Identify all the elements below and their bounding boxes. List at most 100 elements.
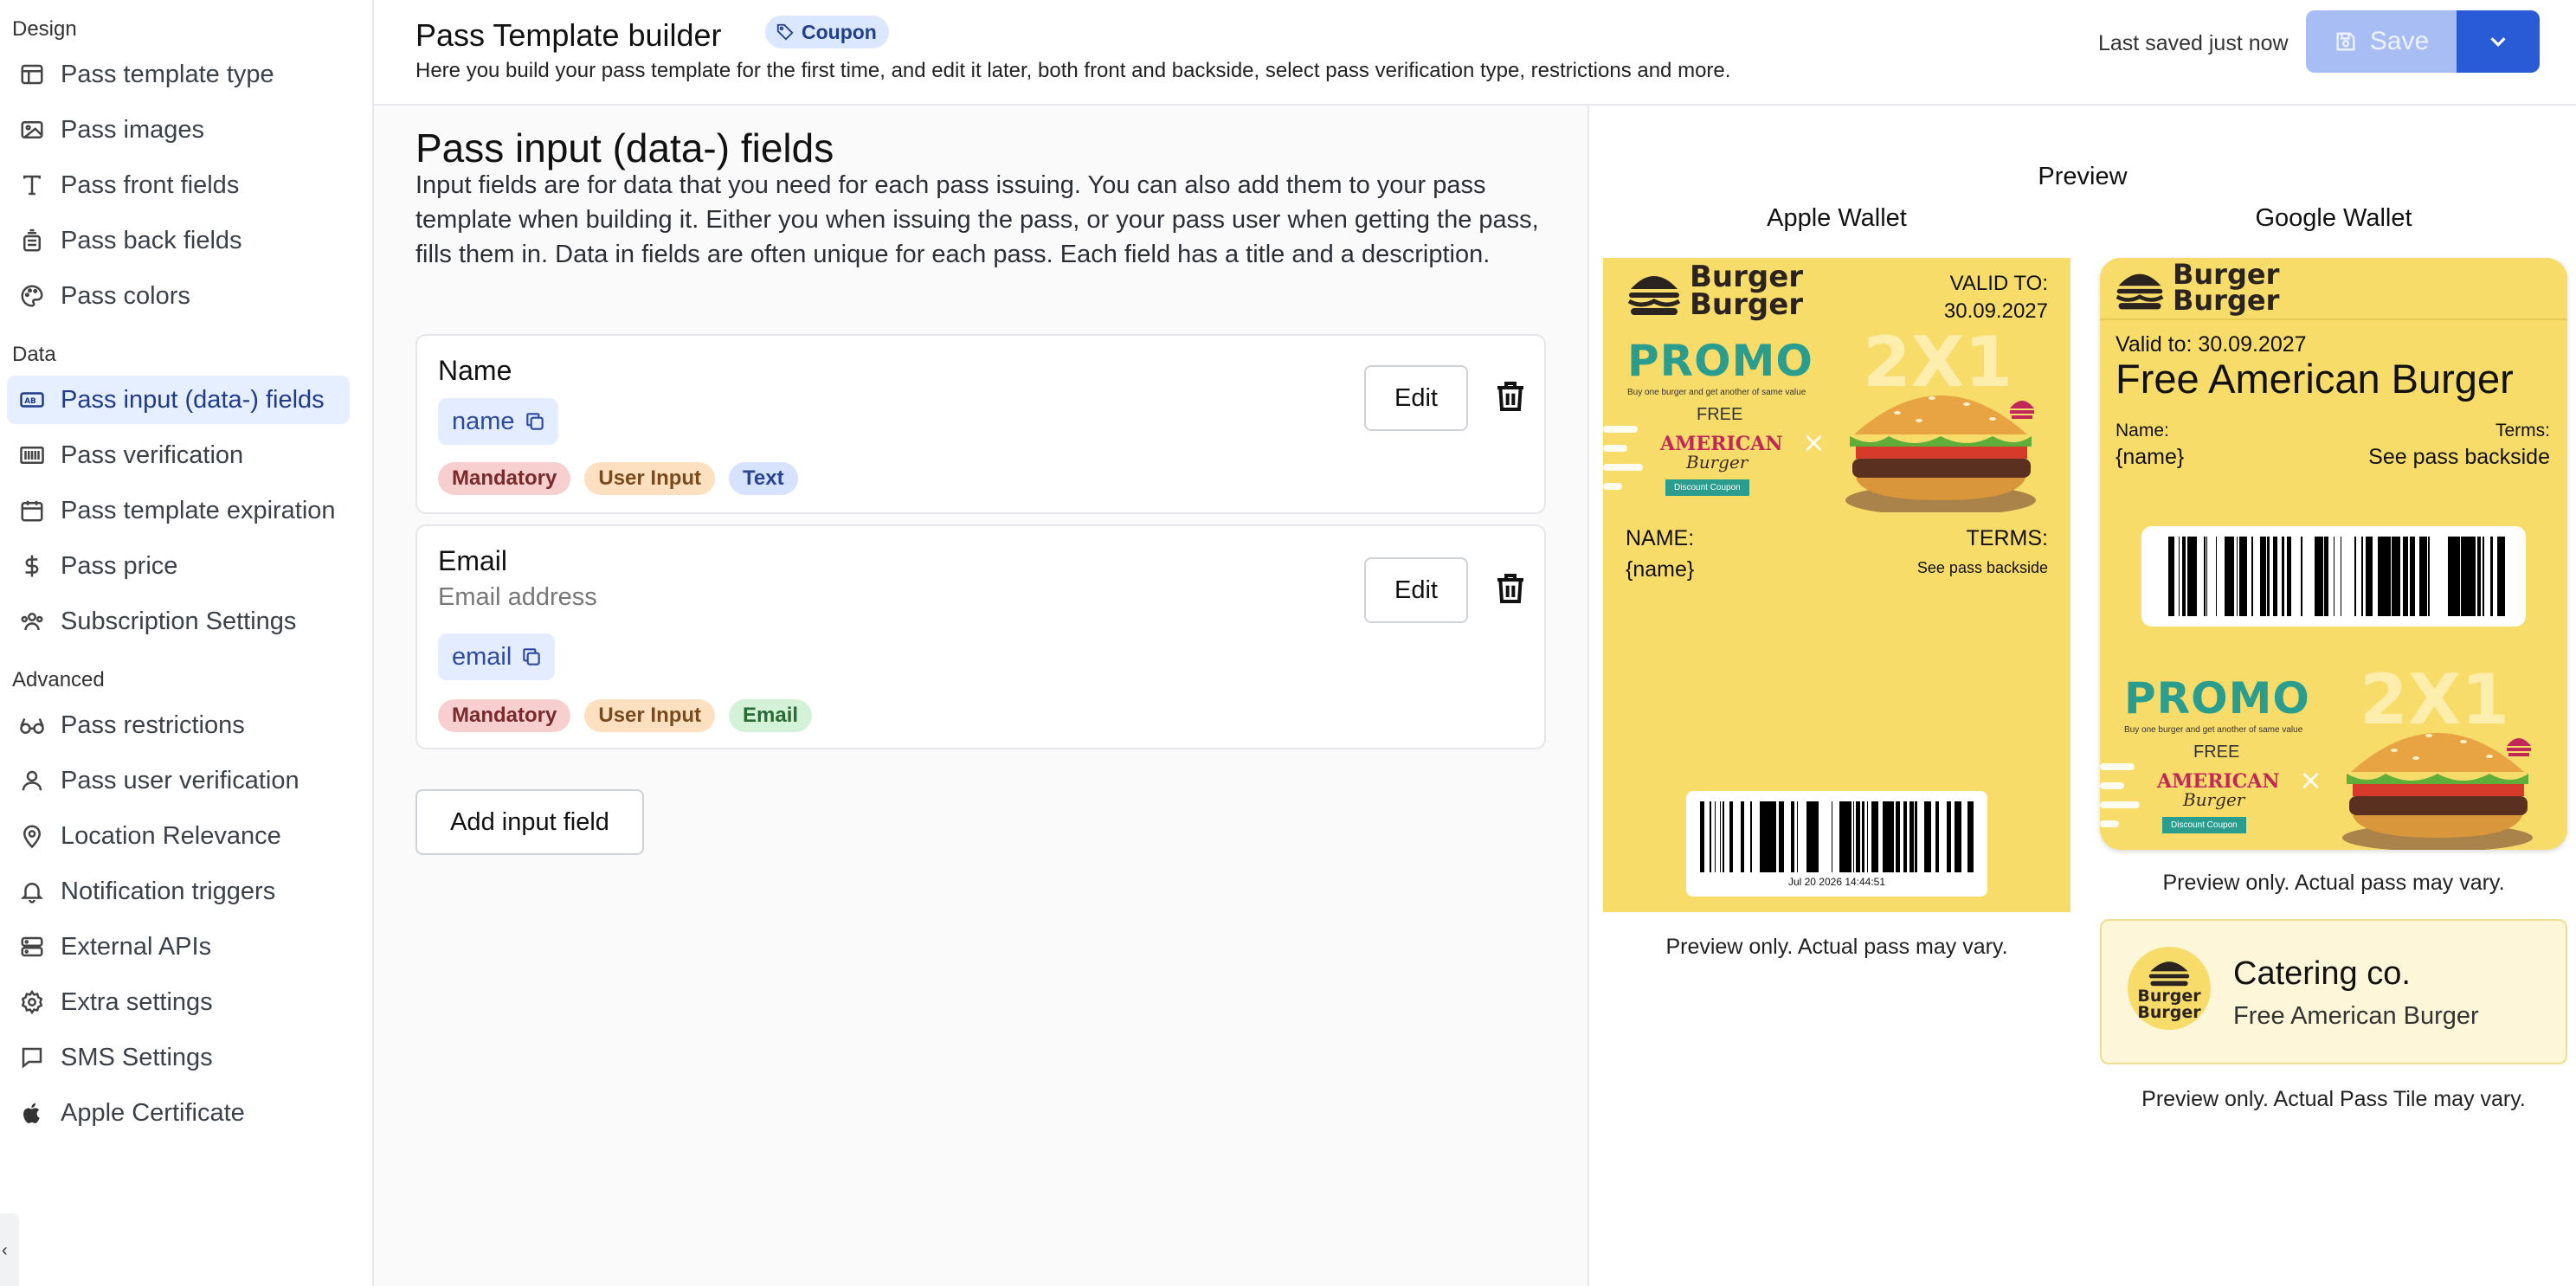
add-input-field-button[interactable]: Add input field (415, 789, 644, 855)
barcode-bar (2260, 537, 2261, 616)
sidebar-item-pass-verification[interactable]: Pass verification (7, 431, 350, 479)
sidebar-item-label: Notification triggers (61, 877, 276, 905)
barcode-bar (1955, 801, 1956, 872)
sidebar-collapse-handle[interactable]: ‹ (0, 1213, 19, 1286)
sidebar-item-label: Pass input (data-) fields (61, 385, 325, 414)
barcode-bar (1947, 801, 1951, 872)
barcode-bar (1959, 801, 1961, 872)
field-key: name (452, 407, 515, 435)
sidebar-item-label: Pass template type (61, 60, 274, 88)
field-key-chip[interactable]: email (438, 633, 556, 680)
barcode-bar (2475, 537, 2476, 616)
edit-field-button[interactable]: Edit (1364, 557, 1468, 623)
sidebar-item-label: Pass verification (61, 440, 244, 469)
apple-wallet-label: Apple Wallet (1767, 204, 1907, 232)
apple-wallet-pass: Burger Burger VALID TO: 30.09.2027 PROMO… (1603, 258, 2070, 912)
field-key: email (452, 642, 512, 671)
sidebar-item-pass-user-verification[interactable]: Pass user verification (7, 756, 350, 805)
sidebar-item-label: SMS Settings (61, 1043, 213, 1071)
barcode-bar (2423, 537, 2425, 616)
terms-label: Terms: (2496, 421, 2550, 440)
barcode-bar (2189, 537, 2192, 616)
svg-text:AB: AB (24, 397, 36, 406)
barcode-bar (2237, 537, 2238, 616)
trash-icon (1497, 382, 1523, 411)
barcode-bar (2287, 537, 2291, 616)
barcode-bar (1967, 801, 1969, 872)
barcode-bar (2273, 537, 2277, 616)
barcode-image (2168, 537, 2505, 616)
barcode-bar (2229, 537, 2230, 616)
barcode-bar (2483, 537, 2484, 616)
field-tags: Mandatory User Input Text (438, 462, 798, 495)
sidebar-item-label: External APIs (61, 932, 212, 961)
main-content: Pass input (data-) fields Input fields a… (374, 106, 1589, 1286)
barcode-bar (2410, 537, 2412, 616)
copy-icon[interactable] (520, 646, 543, 668)
sidebar-item-pass-images[interactable]: Pass images (7, 106, 350, 154)
barcode-bar (1909, 801, 1914, 872)
barcode-bar (1806, 801, 1810, 872)
barcode-bar (2168, 537, 2171, 616)
barcode-bar (2396, 537, 2398, 616)
sidebar-item-label: Pass images (61, 115, 205, 144)
barcode-bar (2461, 537, 2463, 616)
sidebar-item-pass-template-type[interactable]: Pass template type (7, 50, 350, 99)
barcode-bar (1935, 801, 1936, 872)
tile-preview-note: Preview only. Actual Pass Tile may vary. (2141, 1087, 2526, 1111)
promo-hero-image: PROMO Buy one burger and get another of … (2100, 659, 2567, 850)
delete-field-button[interactable] (1489, 370, 1532, 422)
sidebar-item-subscription-settings[interactable]: Subscription Settings (7, 597, 350, 646)
barcode-bar (2315, 537, 2319, 616)
sidebar-item-pass-back-fields[interactable]: Pass back fields (7, 216, 350, 265)
sidebar-item-notification-triggers[interactable]: Notification triggers (7, 867, 350, 916)
barcode-bar (1761, 801, 1766, 872)
barcode-bar (1715, 801, 1716, 872)
barcode-bar (1891, 801, 1894, 872)
input-field-card-name: Name name Mandatory User Input Text Edit (415, 334, 1546, 514)
barcode-bar (1936, 801, 1937, 872)
barcode-bar (2192, 537, 2194, 616)
google-wallet-pass: Burger Burger Valid to: 30.09.2027 Free … (2100, 258, 2567, 850)
barcode-icon (16, 431, 48, 479)
copy-icon[interactable] (524, 410, 546, 433)
pass-type-badge-label: Coupon (802, 20, 877, 43)
barcode-bar (2500, 537, 2503, 616)
valid-to-value: 30.09.2027 (1943, 299, 2048, 323)
sidebar-item-pass-restrictions[interactable]: Pass restrictions (7, 701, 350, 749)
barcode-bar (1791, 801, 1792, 872)
barcode-bar (1925, 801, 1927, 872)
sidebar-item-pass-colors[interactable]: Pass colors (7, 272, 350, 320)
field-key-chip[interactable]: name (438, 398, 558, 445)
sidebar-item-pass-front-fields[interactable]: Pass front fields (7, 161, 350, 209)
sidebar-item-pass-price[interactable]: Pass price (7, 542, 350, 590)
delete-field-button[interactable] (1489, 563, 1532, 614)
pass-brand-text: Burger Burger (2173, 258, 2280, 317)
barcode-bar (1779, 801, 1782, 872)
barcode-bar (1770, 801, 1774, 872)
barcode-bar (1741, 801, 1744, 872)
barcode-bar (1710, 801, 1711, 872)
tag-user-input: User Input (584, 462, 716, 495)
save-options-dropdown[interactable] (2457, 10, 2540, 73)
sidebar-item-external-apis[interactable]: External APIs (7, 923, 350, 971)
sidebar: Design Pass template type Pass images Pa… (0, 0, 374, 1286)
barcode-bar (1896, 801, 1900, 872)
barcode-bar (2405, 537, 2408, 616)
barcode-bar (2171, 537, 2174, 616)
sidebar-item-pass-input-fields[interactable]: AB Pass input (data-) fields (7, 376, 350, 424)
barcode-bar (1924, 801, 1925, 872)
sidebar-item-apple-certificate[interactable]: Apple Certificate (7, 1089, 350, 1137)
sidebar-item-sms-settings[interactable]: SMS Settings (7, 1033, 350, 1082)
sidebar-item-pass-template-expiration[interactable]: Pass template expiration (7, 486, 350, 535)
barcode-bar (2477, 537, 2481, 616)
edit-field-button[interactable]: Edit (1364, 365, 1468, 431)
barcode-bar (2326, 537, 2328, 616)
pass-barcode (2141, 526, 2526, 627)
barcode-bar (1853, 801, 1854, 872)
barcode-bar (1815, 801, 1816, 872)
sidebar-item-location-relevance[interactable]: Location Relevance (7, 812, 350, 860)
sidebar-item-extra-settings[interactable]: Extra settings (7, 978, 350, 1026)
save-button[interactable]: Save (2306, 10, 2457, 73)
google-wallet-label: Google Wallet (2255, 204, 2412, 232)
